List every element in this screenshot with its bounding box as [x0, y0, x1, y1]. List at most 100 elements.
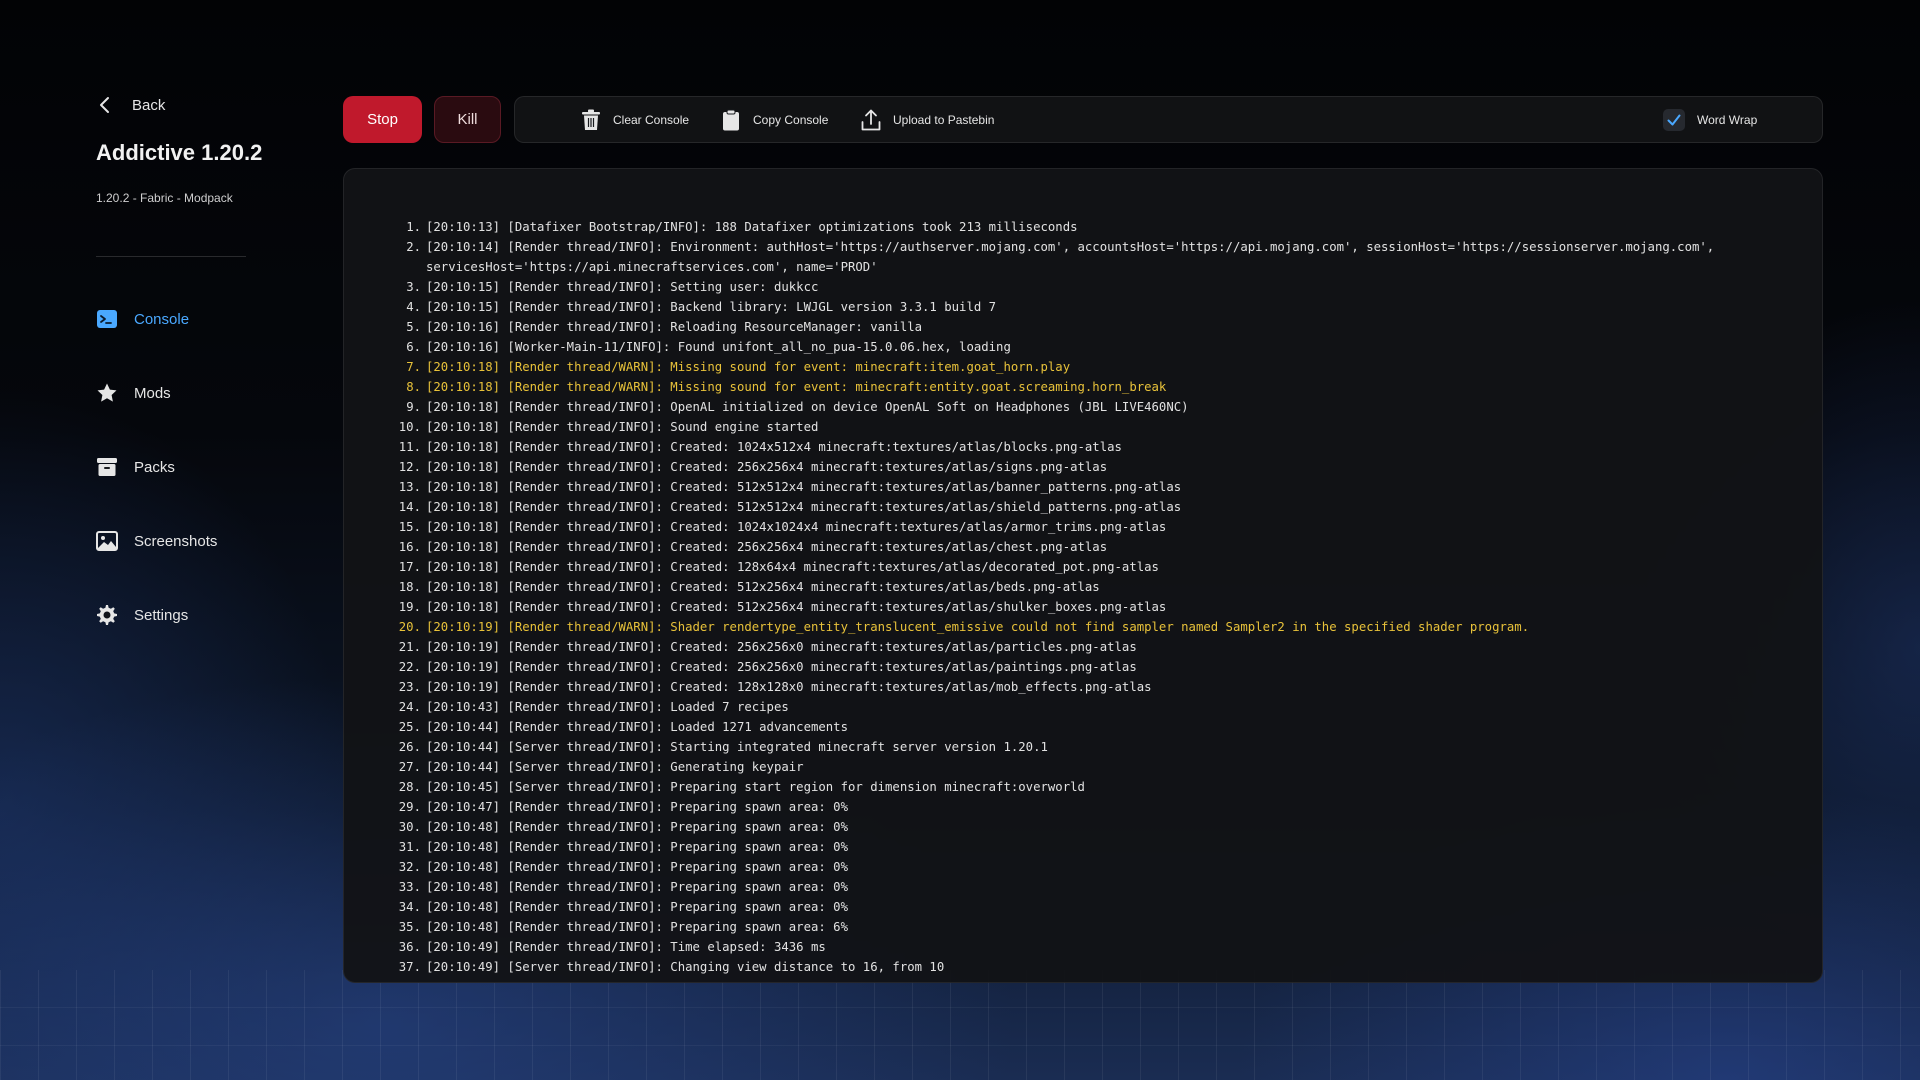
console-line: 5. [20:10:16] [Render thread/INFO]: Reloa…: [374, 317, 1794, 337]
console-line: 13. [20:10:18] [Render thread/INFO]: Crea…: [374, 477, 1794, 497]
console-line: 12. [20:10:18] [Render thread/INFO]: Crea…: [374, 457, 1794, 477]
line-number: 33.: [398, 880, 421, 894]
line-number: 37.: [398, 960, 421, 974]
line-text: [20:10:14] [Render thread/INFO]: Environ…: [426, 240, 1722, 274]
line-number: 30.: [398, 820, 421, 834]
console-line: 33. [20:10:48] [Render thread/INFO]: Prep…: [374, 877, 1794, 897]
console-line: 3. [20:10:15] [Render thread/INFO]: Setti…: [374, 277, 1794, 297]
clipboard-icon: [723, 109, 739, 130]
line-text: [20:10:19] [Render thread/INFO]: Created…: [426, 660, 1137, 674]
line-number: 26.: [398, 740, 421, 754]
console-line: 28. [20:10:45] [Server thread/INFO]: Prep…: [374, 777, 1794, 797]
line-text: [20:10:15] [Render thread/INFO]: Setting…: [426, 280, 819, 294]
line-text: [20:10:18] [Render thread/INFO]: Created…: [426, 520, 1167, 534]
line-text: [20:10:49] [Render thread/INFO]: Time el…: [426, 940, 826, 954]
console-line: 17. [20:10:18] [Render thread/INFO]: Crea…: [374, 557, 1794, 577]
line-number: 4.: [406, 300, 421, 314]
line-text: [20:10:16] [Worker-Main-11/INFO]: Found …: [426, 340, 1011, 354]
line-number: 11.: [398, 440, 421, 454]
star-icon: [97, 383, 117, 402]
line-text: [20:10:18] [Render thread/WARN]: Missing…: [426, 380, 1167, 394]
line-text: [20:10:19] [Render thread/INFO]: Created…: [426, 640, 1137, 654]
gear-icon: [97, 605, 117, 625]
line-text: [20:10:44] [Render thread/INFO]: Loaded …: [426, 720, 848, 734]
sidebar-item-packs[interactable]: Packs: [96, 452, 217, 482]
console-line-warning: 20. [20:10:19] [Render thread/WARN]: Shad…: [374, 617, 1794, 637]
line-text: [20:10:49] [Server thread/INFO]: Changin…: [426, 960, 945, 974]
clear-console-label: Clear Console: [613, 112, 690, 127]
line-number: 34.: [398, 900, 421, 914]
console-line: 10. [20:10:18] [Render thread/INFO]: Soun…: [374, 417, 1794, 437]
console-toolbar: Clear Console Copy Console Upload to Pas…: [514, 96, 1823, 143]
line-text: [20:10:48] [Render thread/INFO]: Prepari…: [426, 880, 848, 894]
sidebar-item-mods[interactable]: Mods: [96, 378, 217, 408]
copy-console-label: Copy Console: [753, 112, 829, 127]
back-button[interactable]: Back: [96, 96, 165, 114]
word-wrap-toggle[interactable]: Word Wrap: [1663, 97, 1757, 142]
line-number: 16.: [398, 540, 421, 554]
sidebar-item-label: Packs: [134, 458, 175, 476]
instance-subtitle: 1.20.2 - Fabric - Modpack: [96, 191, 233, 205]
stop-button[interactable]: Stop: [343, 96, 422, 143]
console-line: 23. [20:10:19] [Render thread/INFO]: Crea…: [374, 677, 1794, 697]
word-wrap-checkbox[interactable]: [1663, 108, 1685, 131]
console-line: 15. [20:10:18] [Render thread/INFO]: Crea…: [374, 517, 1794, 537]
console-line-warning: 8. [20:10:18] [Render thread/WARN]: Missi…: [374, 377, 1794, 397]
upload-pastebin-button[interactable]: Upload to Pastebin: [861, 97, 994, 142]
background-blocks: [0, 970, 1920, 1080]
line-text: [20:10:18] [Render thread/INFO]: OpenAL …: [426, 400, 1189, 414]
sidebar-item-console[interactable]: Console: [96, 304, 217, 334]
line-text: [20:10:47] [Render thread/INFO]: Prepari…: [426, 800, 848, 814]
console-line: 22. [20:10:19] [Render thread/INFO]: Crea…: [374, 657, 1794, 677]
line-text: [20:10:16] [Render thread/INFO]: Reloadi…: [426, 320, 923, 334]
line-text: [20:10:44] [Server thread/INFO]: Generat…: [426, 760, 804, 774]
line-number: 18.: [398, 580, 421, 594]
upload-pastebin-label: Upload to Pastebin: [893, 112, 995, 127]
line-text: [20:10:18] [Render thread/INFO]: Created…: [426, 600, 1167, 614]
line-number: 5.: [406, 320, 421, 334]
back-label: Back: [132, 96, 166, 114]
line-number: 28.: [398, 780, 421, 794]
sidebar-divider: [96, 256, 246, 257]
line-number: 24.: [398, 700, 421, 714]
line-number: 9.: [406, 400, 421, 414]
line-number: 35.: [398, 920, 421, 934]
line-number: 31.: [398, 840, 421, 854]
sidebar-nav: Console Mods Packs Screenshots Settings: [96, 304, 217, 674]
line-number: 3.: [406, 280, 421, 294]
line-text: [20:10:48] [Render thread/INFO]: Prepari…: [426, 860, 848, 874]
line-number: 23.: [398, 680, 421, 694]
checkmark-icon: [1667, 114, 1681, 125]
clear-console-button[interactable]: Clear Console: [581, 97, 689, 142]
sidebar-item-settings[interactable]: Settings: [96, 600, 217, 630]
console-line: 30. [20:10:48] [Render thread/INFO]: Prep…: [374, 817, 1794, 837]
console-line: 27. [20:10:44] [Server thread/INFO]: Gene…: [374, 757, 1794, 777]
image-icon: [96, 531, 118, 551]
console-output[interactable]: 1. [20:10:13] [Datafixer Bootstrap/INFO]:…: [343, 168, 1823, 983]
line-number: 6.: [406, 340, 421, 354]
line-number: 25.: [398, 720, 421, 734]
line-text: [20:10:18] [Render thread/INFO]: Created…: [426, 480, 1182, 494]
kill-button[interactable]: Kill: [434, 96, 501, 143]
line-text: [20:10:15] [Render thread/INFO]: Backend…: [426, 300, 997, 314]
line-text: [20:10:13] [Datafixer Bootstrap/INFO]: 1…: [426, 220, 1078, 234]
instance-title: Addictive 1.20.2: [96, 140, 263, 165]
sidebar-item-label: Settings: [134, 606, 189, 624]
console-line: 24. [20:10:43] [Render thread/INFO]: Load…: [374, 697, 1794, 717]
console-line: 36. [20:10:49] [Render thread/INFO]: Time…: [374, 937, 1794, 957]
line-text: [20:10:18] [Render thread/INFO]: Created…: [426, 460, 1108, 474]
sidebar-item-screenshots[interactable]: Screenshots: [96, 526, 217, 556]
line-number: 14.: [398, 500, 421, 514]
line-number: 19.: [398, 600, 421, 614]
line-number: 32.: [398, 860, 421, 874]
console-line-warning: 7. [20:10:18] [Render thread/WARN]: Missi…: [374, 357, 1794, 377]
console-line: 16. [20:10:18] [Render thread/INFO]: Crea…: [374, 537, 1794, 557]
copy-console-button[interactable]: Copy Console: [721, 97, 828, 142]
line-text: [20:10:19] [Render thread/INFO]: Created…: [426, 680, 1152, 694]
line-number: 8.: [406, 380, 421, 394]
line-number: 7.: [406, 360, 421, 374]
line-text: [20:10:18] [Render thread/INFO]: Sound e…: [426, 420, 819, 434]
line-text: [20:10:48] [Render thread/INFO]: Prepari…: [426, 820, 848, 834]
sidebar-item-label: Screenshots: [134, 532, 218, 550]
console-line: 31. [20:10:48] [Render thread/INFO]: Prep…: [374, 837, 1794, 857]
